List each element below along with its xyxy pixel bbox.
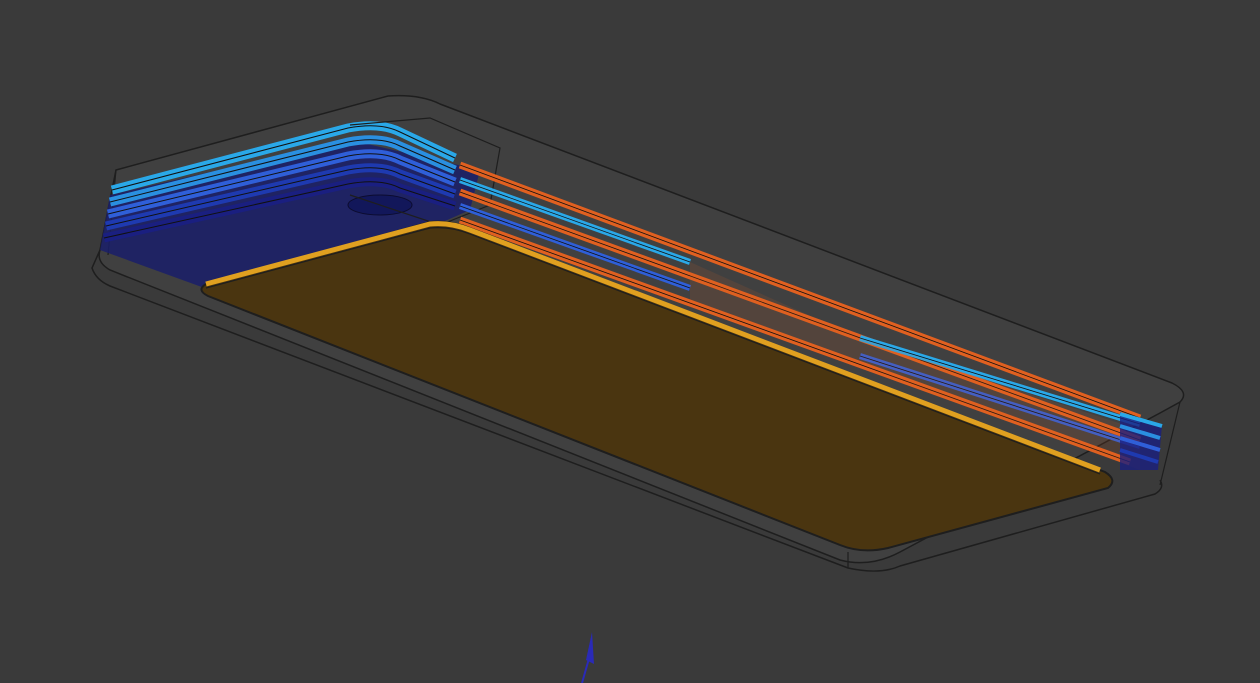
toolpath-right-layers: [1119, 412, 1163, 470]
model-view[interactable]: [0, 0, 1260, 683]
3d-viewport[interactable]: [0, 0, 1260, 683]
stock-edge-right: [1159, 401, 1181, 486]
z-axis-arrow-icon: [581, 632, 594, 683]
